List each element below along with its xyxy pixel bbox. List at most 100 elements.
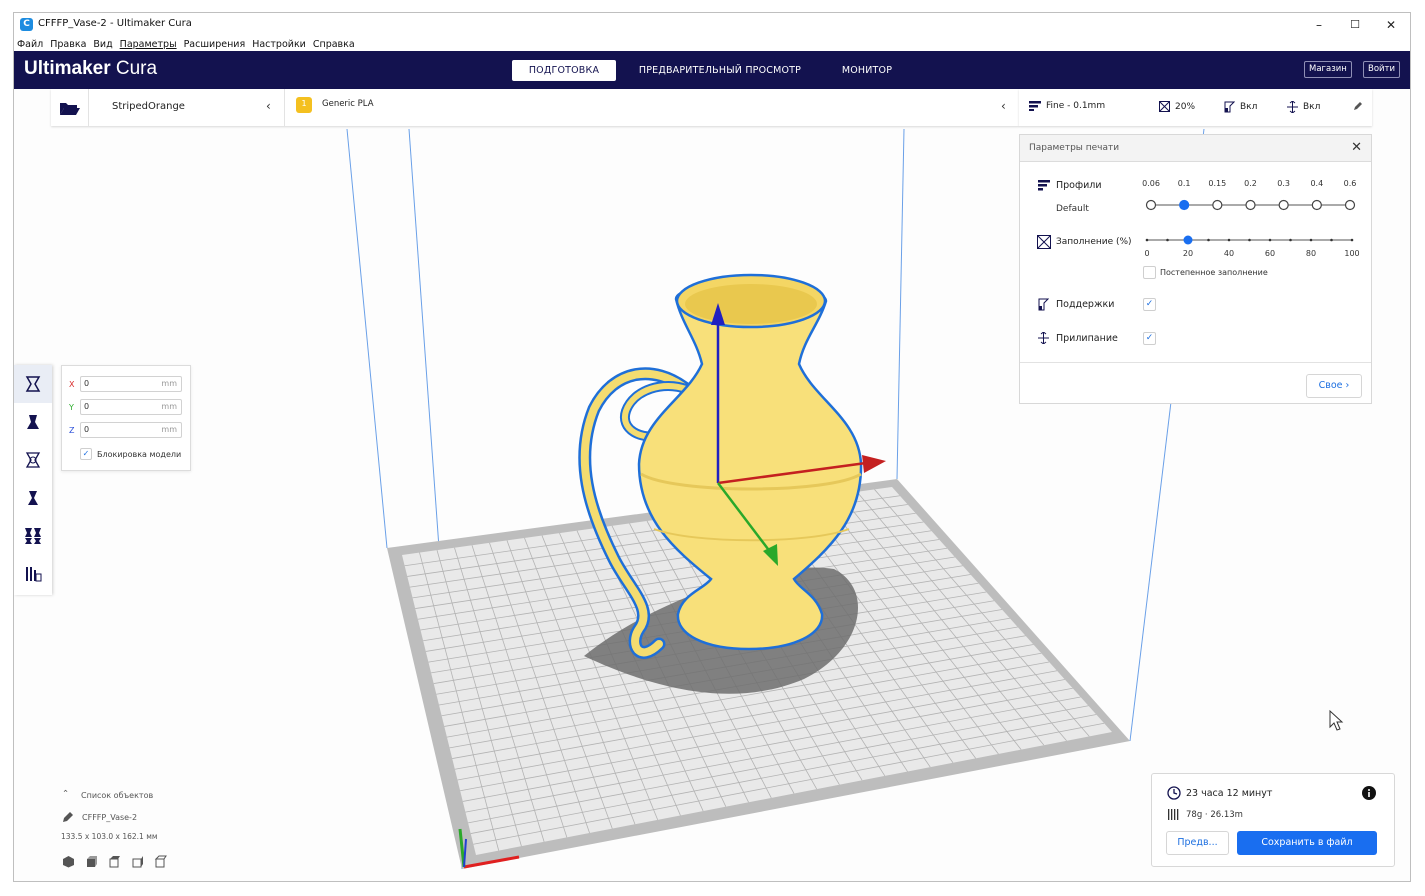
layer-height-option[interactable] — [1245, 199, 1256, 211]
layer-height-option[interactable] — [1179, 199, 1190, 211]
infill-handle[interactable] — [1183, 235, 1193, 245]
z-value: 0 — [84, 425, 90, 434]
chevron-up-icon[interactable]: ⌃ — [62, 789, 69, 799]
adhesion-icon — [1287, 101, 1298, 113]
sign-in-button[interactable]: Войти — [1363, 61, 1401, 78]
adhesion-icon — [1038, 332, 1049, 344]
layer-height-label: 0.4 — [1310, 179, 1324, 188]
3d-view-icon[interactable] — [62, 855, 75, 868]
printer-selector-bar: StripedOrange ‹ 1 Generic PLA ‹ — [51, 89, 1019, 126]
adhesion-summary[interactable]: Вкл — [1287, 101, 1320, 113]
profiles-label: Профили — [1056, 180, 1102, 191]
print-settings-summary[interactable]: Fine - 0.1mm 20% Вкл Вкл — [1019, 89, 1372, 126]
chevron-left-icon[interactable]: ‹ — [266, 99, 271, 113]
preview-button[interactable]: Предв... — [1166, 831, 1229, 855]
brand-name: Ultimaker — [24, 58, 111, 79]
menu-extensions[interactable]: Расширения — [184, 37, 246, 52]
maximize-button[interactable]: ☐ — [1340, 16, 1370, 34]
tab-preview[interactable]: ПРЕДВАРИТЕЛЬНЫЙ ПРОСМОТР — [628, 60, 812, 81]
y-value: 0 — [84, 402, 90, 411]
object-name[interactable]: CFFFP_Vase-2 — [82, 813, 137, 822]
layer-height-option[interactable] — [1212, 199, 1223, 211]
rotate-tool[interactable] — [14, 441, 52, 479]
layer-height-slider[interactable] — [1140, 195, 1370, 215]
chevron-left-icon[interactable]: ‹ — [1001, 99, 1006, 113]
front-view-icon[interactable] — [85, 855, 98, 868]
layer-height-option[interactable] — [1278, 199, 1289, 211]
minimize-button[interactable]: – — [1304, 16, 1334, 34]
left-view-icon[interactable] — [131, 855, 144, 868]
mirror-tool-icon — [28, 491, 38, 505]
infill-value: 20% — [1175, 101, 1196, 112]
object-list-header[interactable]: Список объектов — [81, 791, 153, 800]
save-to-file-button[interactable]: Сохранить в файл — [1237, 831, 1377, 855]
window-title: CFFFP_Vase-2 - Ultimaker Cura — [38, 18, 192, 29]
tab-prepare[interactable]: ПОДГОТОВКА — [512, 60, 616, 81]
panel-header: Параметры печати ✕ — [1020, 135, 1371, 162]
x-position-input[interactable]: 0 mm — [80, 376, 182, 392]
layer-height-label: 0.1 — [1177, 179, 1191, 188]
move-tool[interactable] — [14, 365, 52, 403]
scale-tool[interactable] — [14, 403, 52, 441]
mouse-cursor — [1329, 709, 1344, 731]
y-position-input[interactable]: 0 mm — [80, 399, 182, 415]
layer-height-option[interactable] — [1344, 199, 1356, 211]
info-icon[interactable] — [1362, 786, 1376, 800]
per-model-settings-icon — [25, 528, 41, 544]
menu-view[interactable]: Вид — [93, 37, 112, 52]
per-model-settings-tool[interactable] — [14, 517, 52, 555]
mirror-tool[interactable] — [14, 479, 52, 517]
custom-settings-button[interactable]: Свое › — [1306, 374, 1362, 398]
x-unit: mm — [161, 379, 177, 388]
right-view-icon[interactable] — [154, 855, 167, 868]
move-tool-panel: X 0 mm Y 0 mm Z 0 mm ✓ Блокировка модели — [61, 365, 191, 471]
open-file-button[interactable] — [51, 89, 89, 126]
support-checkbox[interactable]: ✓ — [1143, 298, 1156, 311]
menu-bar: Файл Правка Вид Параметры Расширения Нас… — [14, 37, 1410, 52]
infill-tick-label: 60 — [1264, 249, 1276, 258]
adhesion-checkbox[interactable]: ✓ — [1143, 332, 1156, 345]
support-summary[interactable]: Вкл — [1224, 101, 1257, 113]
infill-tick — [1166, 238, 1169, 242]
gradual-infill-checkbox[interactable] — [1143, 266, 1156, 279]
support-blocker-tool[interactable] — [14, 555, 52, 593]
infill-tick — [1248, 238, 1251, 242]
move-tool-icon — [25, 376, 41, 392]
close-icon[interactable]: ✕ — [1351, 140, 1362, 155]
profile-summary[interactable]: Fine - 0.1mm — [1029, 101, 1105, 111]
layer-height-option[interactable] — [1311, 199, 1322, 211]
tab-monitor[interactable]: МОНИТОР — [824, 60, 910, 81]
x-value: 0 — [84, 379, 90, 388]
printer-name[interactable]: StripedOrange — [112, 101, 185, 112]
pencil-icon[interactable] — [62, 811, 74, 823]
object-dimensions: 133.5 x 103.0 x 162.1 мм — [61, 832, 158, 841]
infill-tick — [1330, 238, 1333, 242]
marketplace-button[interactable]: Магазин — [1304, 61, 1352, 78]
layer-height-label: 0.2 — [1244, 179, 1257, 188]
close-window-button[interactable]: ✕ — [1376, 16, 1406, 34]
menu-file[interactable]: Файл — [17, 37, 43, 52]
lock-model-checkbox[interactable]: ✓ — [80, 448, 92, 460]
infill-tick — [1207, 238, 1210, 242]
extruder-badge[interactable]: 1 — [296, 97, 312, 113]
menu-preferences[interactable]: Настройки — [252, 37, 306, 52]
output-action-panel: 23 часа 12 минут 78g · 26.13m Предв... С… — [1151, 773, 1395, 867]
lock-model-label: Блокировка модели — [97, 450, 182, 459]
print-time: 23 часа 12 минут — [1186, 788, 1273, 799]
divider — [284, 89, 285, 126]
menu-settings[interactable]: Параметры — [120, 37, 177, 52]
z-position-input[interactable]: 0 mm — [80, 422, 182, 438]
brand-product: Cura — [115, 58, 158, 79]
layer-height-option[interactable] — [1145, 199, 1157, 211]
support-value: Вкл — [1240, 102, 1258, 112]
3d-viewport[interactable]: StripedOrange ‹ 1 Generic PLA ‹ Fine - 0… — [14, 89, 1410, 881]
infill-summary[interactable]: 20% — [1159, 101, 1195, 112]
material-name[interactable]: Generic PLA — [322, 99, 374, 109]
menu-edit[interactable]: Правка — [50, 37, 86, 52]
menu-help[interactable]: Справка — [313, 37, 355, 52]
support-icon — [1224, 101, 1235, 113]
infill-slider[interactable] — [1140, 230, 1370, 250]
folder-open-icon — [59, 102, 80, 115]
top-view-icon[interactable] — [108, 855, 121, 868]
edit-settings-button[interactable] — [1353, 101, 1363, 111]
